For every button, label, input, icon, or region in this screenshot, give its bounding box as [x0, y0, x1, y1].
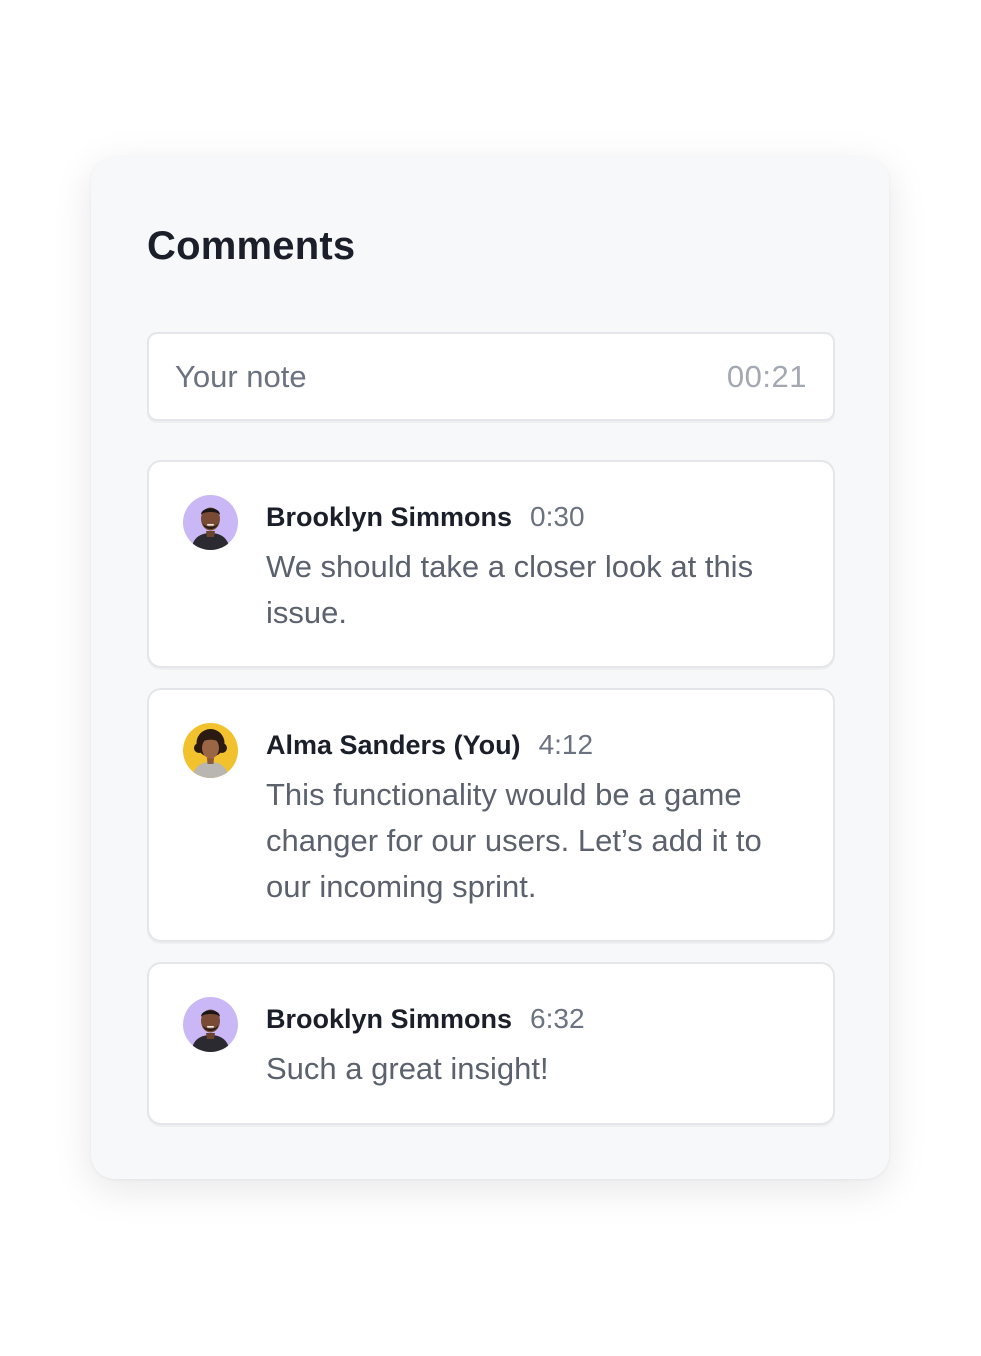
note-field[interactable]: 00:21	[147, 332, 835, 421]
comment-timestamp[interactable]: 6:32	[530, 1000, 585, 1038]
comment-text: Such a great insight!	[266, 1051, 549, 1086]
comment-timestamp[interactable]: 4:12	[539, 726, 594, 764]
comment-header: Alma Sanders (You) 4:12	[266, 726, 793, 764]
comment-card: Alma Sanders (You) 4:12 This functionali…	[147, 688, 835, 942]
comment-text: We should take a closer look at this iss…	[266, 549, 754, 630]
comment-author: Brooklyn Simmons	[266, 1004, 513, 1034]
comment-content: Brooklyn Simmons 6:32 Such a great insig…	[266, 1000, 793, 1092]
comment-header: Brooklyn Simmons 6:32	[266, 1000, 793, 1038]
avatar	[183, 997, 238, 1052]
avatar	[183, 723, 238, 778]
panel-title: Comments	[147, 224, 356, 268]
comment-content: Alma Sanders (You) 4:12 This functionali…	[266, 726, 793, 910]
avatar-person-icon	[183, 495, 238, 550]
note-timestamp: 00:21	[726, 358, 807, 394]
avatar-person-icon	[183, 723, 238, 778]
comment-card: Brooklyn Simmons 6:32 Such a great insig…	[147, 962, 835, 1125]
comment-text: This functionality would be a game chang…	[266, 777, 762, 904]
comment-content: Brooklyn Simmons 0:30 We should take a c…	[266, 498, 793, 636]
comment-timestamp[interactable]: 0:30	[530, 498, 585, 536]
comment-card: Brooklyn Simmons 0:30 We should take a c…	[147, 460, 835, 668]
comment-header: Brooklyn Simmons 0:30	[266, 498, 793, 536]
note-input[interactable]	[175, 358, 727, 395]
comment-author: Alma Sanders (You)	[266, 730, 521, 760]
comment-author: Brooklyn Simmons	[266, 502, 513, 532]
comments-panel: Comments 00:21 Brooklyn Simmons 0:30 We …	[91, 157, 889, 1179]
avatar	[183, 495, 238, 550]
avatar-person-icon	[183, 997, 238, 1052]
